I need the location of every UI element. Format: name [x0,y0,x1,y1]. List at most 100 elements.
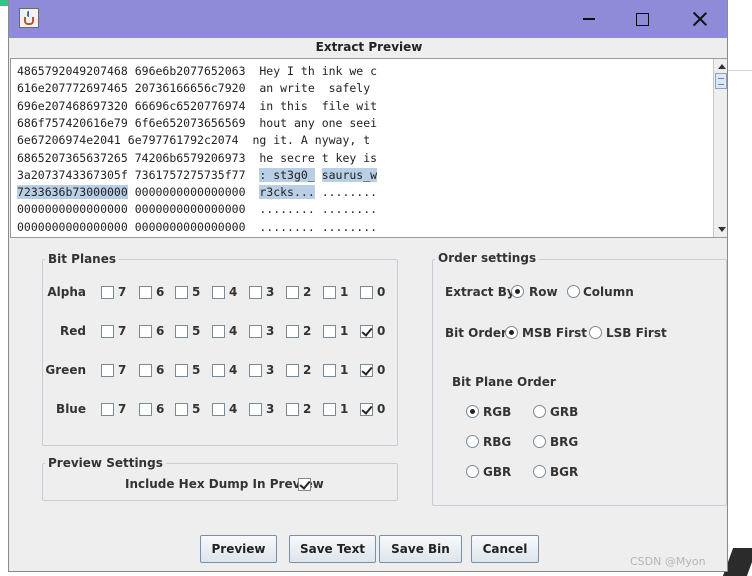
bit-number-label: 2 [303,402,312,416]
preview-a2: saurus_w [321,167,378,182]
preview-button[interactable]: Preview [200,535,277,563]
bit-checkbox-blue-1[interactable] [323,403,336,416]
extract-by-column-label[interactable]: Column [583,285,634,299]
bit-number-label: 1 [340,324,349,338]
save-bin-button[interactable]: Save Bin [379,535,462,563]
dialog-title: Extract Preview [315,40,423,54]
preview-line: 6e67206974e2041 6e797761792c2074 ng it. … [17,132,370,149]
bit-checkbox-alpha-4[interactable] [212,286,225,299]
bit-number-label: 0 [377,324,386,338]
bit-order-label: Bit Order [445,326,507,340]
bit-checkbox-green-4[interactable] [212,364,225,377]
bit-checkbox-blue-4[interactable] [212,403,225,416]
bit-checkbox-alpha-3[interactable] [249,286,262,299]
preview-hex1: 616e207772697465 [17,81,128,96]
extract-by-row-label[interactable]: Row [529,285,558,299]
bit-number-label: 1 [340,363,349,377]
extract-by-row-radio[interactable] [511,285,524,298]
bit-checkbox-blue-6[interactable] [139,403,152,416]
bit-checkbox-red-4[interactable] [212,325,225,338]
bit-number-label: 5 [192,324,201,338]
scroll-up-arrow-icon[interactable] [715,60,727,73]
maximize-icon[interactable] [618,4,664,34]
minimize-icon[interactable] [573,4,619,34]
bit-checkbox-alpha-7[interactable] [101,286,114,299]
plane-order-rgb-label[interactable]: RGB [483,405,511,419]
preview-hex2: 6e797761792c2074 [127,133,239,148]
title-bar[interactable] [9,0,727,38]
lsb-first-radio[interactable] [589,326,602,339]
plane-order-gbr-label[interactable]: GBR [483,465,511,479]
plane-order-rbg-label[interactable]: RBG [483,435,511,449]
hex-dump-checkbox[interactable] [298,478,311,491]
preview-a2: file wit [321,98,378,113]
close-icon[interactable] [675,4,721,34]
bit-checkbox-green-3[interactable] [249,364,262,377]
bit-checkbox-blue-2[interactable] [286,403,299,416]
watermark: CSDN @Myon [630,555,706,568]
bit-checkbox-red-5[interactable] [175,325,188,338]
lsb-first-label[interactable]: LSB First [606,326,667,340]
bit-checkbox-blue-5[interactable] [175,403,188,416]
extract-by-column-radio[interactable] [567,285,580,298]
bit-number-label: 2 [303,285,312,299]
msb-first-label[interactable]: MSB First [522,326,587,340]
bit-number-label: 0 [377,402,386,416]
plane-order-rgb-radio[interactable] [466,405,479,418]
bit-checkbox-red-3[interactable] [249,325,262,338]
preview-hex2: 66696c6520776974 [134,98,246,113]
preview-a1: ng it. A [252,133,308,148]
plane-order-bgr-label[interactable]: BGR [550,465,578,479]
bit-checkbox-blue-7[interactable] [101,403,114,416]
plane-order-rbg-radio[interactable] [466,435,479,448]
plane-order-brg-label[interactable]: BRG [550,435,578,449]
scroll-thumb[interactable] [715,73,727,89]
preview-line: 3a2073743367305f 7361757275735f77 : st3g… [17,167,378,184]
bit-number-label: 2 [303,363,312,377]
plane-order-bgr-radio[interactable] [533,465,546,478]
channel-label-red: Red [60,324,86,338]
bit-number-label: 4 [229,363,238,377]
bit-checkbox-red-7[interactable] [101,325,114,338]
bit-checkbox-red-2[interactable] [286,325,299,338]
plane-order-grb-radio[interactable] [533,405,546,418]
bit-checkbox-blue-0[interactable] [360,403,373,416]
bit-checkbox-alpha-6[interactable] [139,286,152,299]
bit-checkbox-red-6[interactable] [139,325,152,338]
save-text-button[interactable]: Save Text [289,535,376,563]
bit-number-label: 4 [229,324,238,338]
bit-checkbox-green-5[interactable] [175,364,188,377]
msb-first-radio[interactable] [505,326,518,339]
plane-order-brg-radio[interactable] [533,435,546,448]
preview-scrollbar[interactable] [713,59,727,237]
preview-line: 696e207468697320 66696c6520776974 in thi… [17,98,377,115]
preview-line: 616e207772697465 20736166656c7920 an wri… [17,80,377,97]
bit-checkbox-green-1[interactable] [323,364,336,377]
bit-number-label: 1 [340,402,349,416]
bit-checkbox-alpha-1[interactable] [323,286,336,299]
scroll-down-arrow-icon[interactable] [715,223,727,236]
bit-checkbox-green-6[interactable] [139,364,152,377]
preview-text-area[interactable]: 4865792049207468 696e6b2077652063 Hey I … [10,58,727,238]
preview-line: 4865792049207468 696e6b2077652063 Hey I … [17,63,377,80]
channel-label-blue: Blue [56,402,86,416]
bit-checkbox-alpha-5[interactable] [175,286,188,299]
bit-checkbox-green-0[interactable] [360,364,373,377]
channel-label-green: Green [45,363,86,377]
preview-line: 0000000000000000 0000000000000000 ......… [17,219,377,236]
bit-number-label: 6 [156,363,165,377]
cancel-button[interactable]: Cancel [471,535,539,563]
bit-number-label: 7 [118,363,127,377]
plane-order-gbr-radio[interactable] [466,465,479,478]
plane-order-grb-label[interactable]: GRB [550,405,578,419]
bit-checkbox-red-1[interactable] [323,325,336,338]
bit-checkbox-blue-3[interactable] [249,403,262,416]
background-window [728,0,752,576]
bit-checkbox-alpha-0[interactable] [360,286,373,299]
preview-hex1: 0000000000000000 [17,219,128,234]
bit-checkbox-alpha-2[interactable] [286,286,299,299]
bit-checkbox-green-2[interactable] [286,364,299,377]
bit-checkbox-green-7[interactable] [101,364,114,377]
preview-settings-title: Preview Settings [45,456,166,470]
bit-checkbox-red-0[interactable] [360,325,373,338]
